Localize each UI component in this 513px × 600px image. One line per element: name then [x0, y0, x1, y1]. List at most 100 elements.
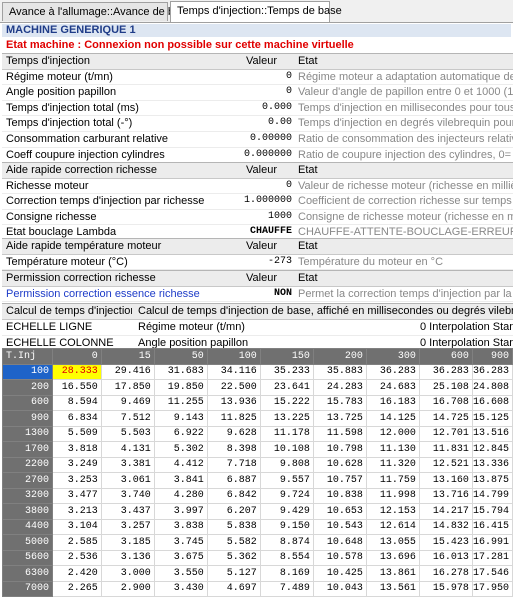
- map-cell[interactable]: 36.283: [418, 363, 473, 380]
- map-row-header[interactable]: 900: [1, 410, 54, 427]
- map-row-header[interactable]: 1300: [1, 425, 54, 442]
- map-cell[interactable]: 13.936: [206, 394, 261, 411]
- map-cell[interactable]: 6.922: [153, 425, 208, 442]
- map-cell[interactable]: 16.991: [471, 534, 513, 551]
- param-row[interactable]: Coeff coupure injection cylindres 0.0000…: [2, 148, 513, 164]
- map-cell[interactable]: 6.842: [206, 487, 261, 504]
- map-cell[interactable]: 31.683: [153, 363, 208, 380]
- map-cell[interactable]: 23.641: [259, 379, 314, 396]
- map-cell[interactable]: 15.978: [418, 580, 473, 597]
- map-cell[interactable]: 14.832: [418, 518, 473, 535]
- map-cell[interactable]: 2.900: [100, 580, 155, 597]
- map-cell[interactable]: 15.783: [312, 394, 367, 411]
- map-cell[interactable]: 10.653: [312, 503, 367, 520]
- map-cell[interactable]: 3.257: [100, 518, 155, 535]
- map-cell[interactable]: 13.160: [418, 472, 473, 489]
- map-cell[interactable]: 9.429: [259, 503, 314, 520]
- map-cell[interactable]: 9.150: [259, 518, 314, 535]
- map-cell[interactable]: 10.425: [312, 565, 367, 582]
- map-cell[interactable]: 13.055: [365, 534, 420, 551]
- map-cell[interactable]: 4.131: [100, 441, 155, 458]
- map-cell[interactable]: 9.469: [100, 394, 155, 411]
- map-cell[interactable]: 10.043: [312, 580, 367, 597]
- map-cell[interactable]: 3.253: [52, 472, 102, 489]
- map-cell[interactable]: 3.213: [52, 503, 102, 520]
- map-cell[interactable]: 13.561: [365, 580, 420, 597]
- map-cell[interactable]: 19.850: [153, 379, 208, 396]
- map-cell[interactable]: 12.153: [365, 503, 420, 520]
- map-cell[interactable]: 14.799: [471, 487, 513, 504]
- map-cell[interactable]: 5.127: [206, 565, 261, 582]
- map-cell[interactable]: 2.585: [52, 534, 102, 551]
- map-cell[interactable]: 3.249: [52, 456, 102, 473]
- param-row[interactable]: Correction temps d'injection par richess…: [2, 194, 513, 210]
- map-cell[interactable]: 22.500: [206, 379, 261, 396]
- map-cell[interactable]: 13.696: [365, 549, 420, 566]
- map-column-header[interactable]: 15: [100, 348, 155, 365]
- map-cell[interactable]: 24.283: [312, 379, 367, 396]
- tab-temps-injection[interactable]: Temps d'injection::Temps de base: [170, 1, 342, 22]
- param-row[interactable]: Régime moteur (t/mn) 0 Régime moteur a a…: [2, 70, 513, 86]
- param-value[interactable]: 1.000000: [242, 194, 292, 209]
- map-cell[interactable]: 9.557: [259, 472, 314, 489]
- map-cell[interactable]: 4.412: [153, 456, 208, 473]
- map-cell[interactable]: 9.143: [153, 410, 208, 427]
- param-value[interactable]: 1000: [242, 210, 292, 225]
- param-row[interactable]: Temps d'injection total (ms) 0.000 Temps…: [2, 101, 513, 117]
- map-cell[interactable]: 3.997: [153, 503, 208, 520]
- map-cell[interactable]: 5.509: [52, 425, 102, 442]
- map-cell[interactable]: 11.130: [365, 441, 420, 458]
- map-cell[interactable]: 8.594: [52, 394, 102, 411]
- map-row-header[interactable]: 100: [1, 363, 54, 380]
- map-cell[interactable]: 3.381: [100, 456, 155, 473]
- map-row-header[interactable]: 1700: [1, 441, 54, 458]
- map-cell[interactable]: 11.178: [259, 425, 314, 442]
- map-cell[interactable]: 5.302: [153, 441, 208, 458]
- map-column-header[interactable]: 300: [365, 348, 420, 365]
- param-row[interactable]: Permission correction essence richesse N…: [2, 287, 513, 303]
- map-cell[interactable]: 3.437: [100, 503, 155, 520]
- map-cell[interactable]: 11.998: [365, 487, 420, 504]
- map-column-header[interactable]: 100: [206, 348, 261, 365]
- map-cell[interactable]: 24.808: [471, 379, 513, 396]
- map-cell[interactable]: 10.798: [312, 441, 367, 458]
- map-cell[interactable]: 16.013: [418, 549, 473, 566]
- map-cell[interactable]: 16.608: [471, 394, 513, 411]
- map-cell[interactable]: 12.845: [471, 441, 513, 458]
- map-cell[interactable]: 2.265: [52, 580, 102, 597]
- map-cell[interactable]: 11.759: [365, 472, 420, 489]
- map-row-header[interactable]: 2700: [1, 472, 54, 489]
- map-cell[interactable]: 10.648: [312, 534, 367, 551]
- param-value[interactable]: 0.000: [242, 101, 292, 116]
- map-cell[interactable]: 25.108: [418, 379, 473, 396]
- map-cell[interactable]: 10.543: [312, 518, 367, 535]
- map-cell[interactable]: 17.950: [471, 580, 513, 597]
- map-cell[interactable]: 4.697: [206, 580, 261, 597]
- map-cell[interactable]: 13.861: [365, 565, 420, 582]
- map-cell[interactable]: 3.818: [52, 441, 102, 458]
- calc-line-scale-interp[interactable]: 0 Interpolation Standard: [420, 320, 513, 335]
- map-cell[interactable]: 3.740: [100, 487, 155, 504]
- param-row[interactable]: Consommation carburant relative 0.00000 …: [2, 132, 513, 148]
- map-cell[interactable]: 13.516: [471, 425, 513, 442]
- param-value[interactable]: 0: [242, 179, 292, 194]
- map-cell[interactable]: 11.255: [153, 394, 208, 411]
- map-row-header[interactable]: 2200: [1, 456, 54, 473]
- map-cell[interactable]: 10.838: [312, 487, 367, 504]
- map-cell[interactable]: 8.554: [259, 549, 314, 566]
- map-cell[interactable]: 8.874: [259, 534, 314, 551]
- map-cell[interactable]: 10.628: [312, 456, 367, 473]
- map-column-header[interactable]: 150: [259, 348, 314, 365]
- map-cell[interactable]: 3.136: [100, 549, 155, 566]
- map-cell[interactable]: 3.745: [153, 534, 208, 551]
- map-cell[interactable]: 8.169: [259, 565, 314, 582]
- map-cell[interactable]: 3.000: [100, 565, 155, 582]
- param-value[interactable]: 0.000000: [242, 148, 292, 163]
- map-cell[interactable]: 7.489: [259, 580, 314, 597]
- map-cell[interactable]: 3.675: [153, 549, 208, 566]
- calc-line-scale-row[interactable]: ECHELLE LIGNE Régime moteur (t/mn) 0 Int…: [2, 320, 513, 336]
- map-cell[interactable]: 3.185: [100, 534, 155, 551]
- map-column-header[interactable]: 600: [418, 348, 473, 365]
- param-row[interactable]: Richesse moteur 0 Valeur de richesse mot…: [2, 179, 513, 195]
- map-cell[interactable]: 7.512: [100, 410, 155, 427]
